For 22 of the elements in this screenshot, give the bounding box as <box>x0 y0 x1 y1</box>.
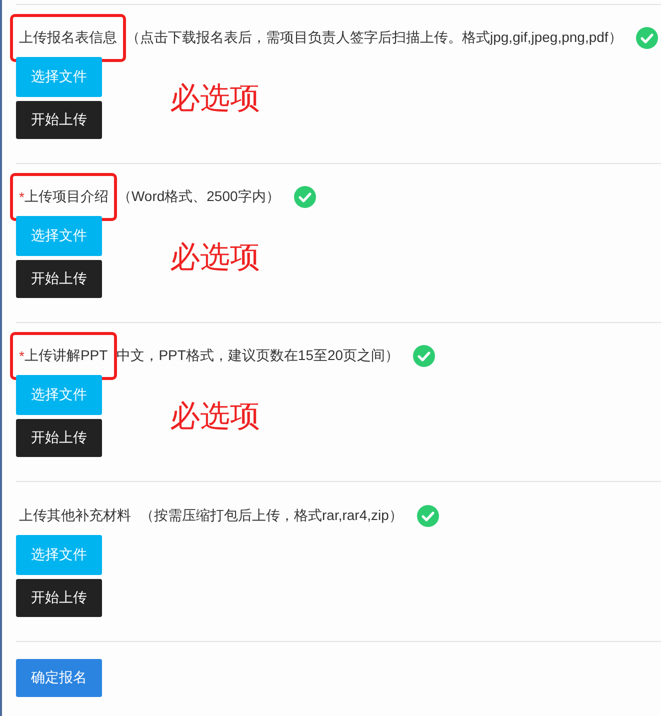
upload-label: 上传项目介绍 <box>24 188 108 206</box>
upload-label: 上传报名表信息 <box>19 29 117 47</box>
upload-description: （按需压缩打包后上传，格式rar,rar4,zip） <box>140 507 403 525</box>
start-upload-button[interactable]: 开始上传 <box>16 260 102 298</box>
annotation-text: 必选项 <box>170 398 260 434</box>
upload-label: 上传讲解PPT <box>24 347 108 365</box>
start-upload-button[interactable]: 开始上传 <box>16 101 102 139</box>
upload-label: 上传其他补充材料 <box>19 507 131 525</box>
start-upload-button[interactable]: 开始上传 <box>16 579 102 617</box>
submit-button[interactable]: 确定报名 <box>16 659 102 697</box>
start-upload-button[interactable]: 开始上传 <box>16 419 102 457</box>
annotation-text: 必选项 <box>170 80 260 116</box>
choose-file-button[interactable]: 选择文件 <box>16 216 102 256</box>
annotation-text: 必选项 <box>170 240 260 276</box>
upload-description: 中文，PPT格式，建议页数在15至20页之间） <box>116 347 400 365</box>
required-asterisk: * <box>19 189 24 205</box>
upload-description: （Word格式、2500字内） <box>117 188 280 206</box>
upload-description: （点击下载报名表后，需项目负责人签字后扫描上传。格式jpg,gif,jpeg,png,pdf） <box>126 29 622 47</box>
required-asterisk: * <box>19 348 24 364</box>
choose-file-button[interactable]: 选择文件 <box>16 535 102 575</box>
choose-file-button[interactable]: 选择文件 <box>16 375 102 415</box>
choose-file-button[interactable]: 选择文件 <box>16 57 102 97</box>
